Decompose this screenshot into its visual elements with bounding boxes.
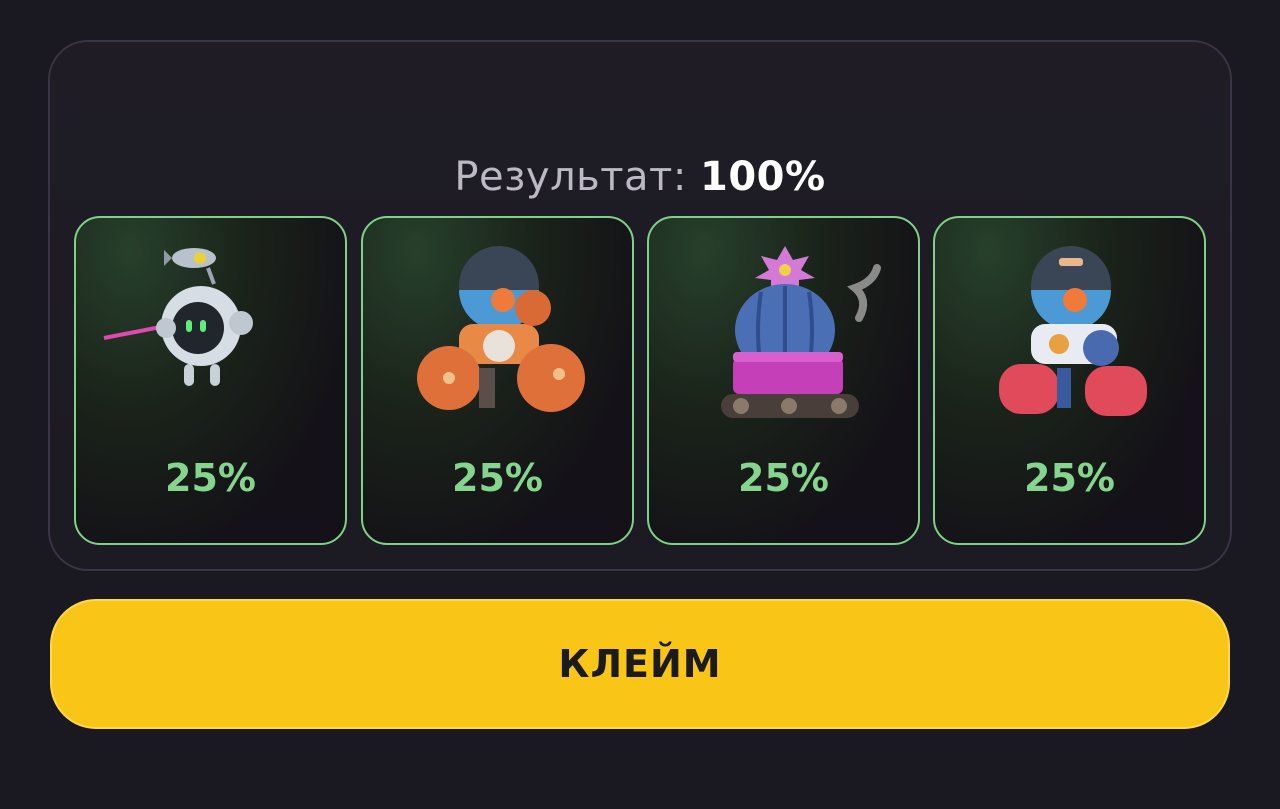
drop-chance: 25% xyxy=(452,456,543,500)
orange-mech-robot-icon xyxy=(417,246,585,412)
reward-card-2[interactable]: 25% xyxy=(361,216,634,545)
reward-card-1[interactable]: 25% xyxy=(74,216,347,545)
cactus-tank-robot-icon xyxy=(721,246,881,418)
drop-chance: 25% xyxy=(738,456,829,500)
claim-button-label: КЛЕЙМ xyxy=(558,642,722,686)
drop-chance: 25% xyxy=(165,456,256,500)
reward-card-4[interactable]: 25% xyxy=(933,216,1206,545)
result-label: Результат: xyxy=(454,154,687,200)
drone-robot-icon xyxy=(103,248,253,386)
result-line: Результат: 100% xyxy=(50,154,1230,200)
claim-button[interactable]: КЛЕЙМ xyxy=(50,599,1230,729)
result-value: 100% xyxy=(700,154,826,200)
drop-chance: 25% xyxy=(1024,456,1115,500)
blue-mech-robot-icon xyxy=(999,246,1147,416)
reward-cards: 25% 25% 25% 25% xyxy=(74,216,1206,546)
reward-card-3[interactable]: 25% xyxy=(647,216,920,545)
